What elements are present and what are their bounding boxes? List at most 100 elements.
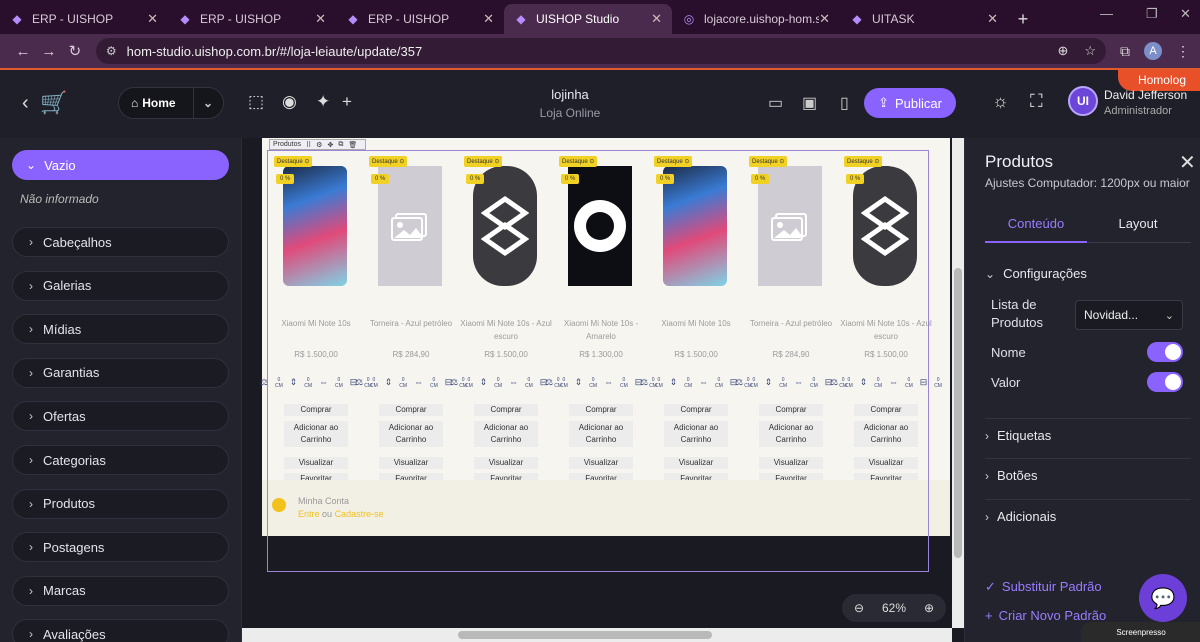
section-button[interactable]: › Categorias — [12, 445, 229, 475]
section-button[interactable]: › Postagens — [12, 532, 229, 563]
theme-sun-icon[interactable]: ☼ — [992, 91, 1009, 112]
section-vazio-label: Vazio — [44, 157, 76, 173]
back-icon[interactable]: ← — [10, 43, 36, 60]
replace-default-link[interactable]: ✓ Substituir Padrão — [985, 579, 1102, 595]
browser-tab[interactable]: ◆ UISHOP Studio ✕ — [504, 4, 672, 34]
name-toggle[interactable] — [1147, 342, 1183, 362]
value-toggle-label: Valor — [991, 375, 1021, 390]
chevron-down-icon[interactable]: ⌄ — [203, 96, 213, 110]
zoom-in-icon[interactable]: ⊕ — [924, 601, 934, 615]
section-label: Avaliações — [43, 626, 106, 642]
tab-layout[interactable]: Layout — [1087, 216, 1189, 231]
back-chevron-icon[interactable]: ‹ — [22, 92, 29, 115]
create-default-link[interactable]: + Criar Novo Padrão — [985, 608, 1106, 623]
browser-tab[interactable]: ◎ lojacore.uishop-hom.site✕ — [672, 4, 840, 34]
discount-badge: 0 % — [561, 174, 580, 184]
user-avatar[interactable]: UI — [1068, 86, 1098, 116]
close-icon[interactable]: ✕ — [1179, 150, 1196, 175]
move-icon[interactable]: ✥ — [327, 141, 333, 149]
tab-conteudo[interactable]: Conteúdo — [985, 216, 1087, 231]
section-button[interactable]: › Produtos — [12, 488, 229, 519]
reload-icon[interactable]: ↻ — [62, 42, 88, 60]
tab-close-icon[interactable]: ✕ — [651, 11, 662, 27]
forward-icon[interactable]: → — [36, 43, 62, 60]
etiquetas-label: Etiquetas — [997, 428, 1052, 443]
desktop-view-icon[interactable]: ▭ — [768, 93, 783, 113]
plus-icon: + — [985, 608, 993, 623]
select-cursor-icon[interactable]: ⬚ — [248, 92, 264, 112]
section-vazio-button[interactable]: ⌄ Vazio — [12, 150, 229, 180]
section-button[interactable]: › Ofertas — [12, 401, 229, 432]
chat-support-button[interactable]: 💬 — [1139, 574, 1187, 622]
horizontal-scrollbar[interactable] — [242, 628, 952, 642]
site-info-icon[interactable]: ⚙ — [106, 44, 117, 58]
delete-icon[interactable]: 🗑 — [348, 141, 357, 149]
browser-tab[interactable]: ◆ ERP - UISHOP ✕ — [168, 4, 336, 34]
magic-sparkle-icon[interactable]: ✦ — [316, 92, 330, 112]
chevron-right-icon: › — [29, 627, 33, 642]
settings-icon[interactable]: ⚙ — [316, 141, 322, 149]
fullscreen-icon[interactable]: ⛶ — [1030, 91, 1043, 112]
value-toggle[interactable] — [1147, 372, 1183, 392]
vertical-scrollbar[interactable] — [952, 138, 964, 628]
panel-subtitle: Ajustes Computador: 1200px ou maior — [985, 176, 1190, 190]
sections-sidebar: ⌄ Vazio Não informado › Cabeçalhos › Galeri… — [0, 138, 242, 642]
botoes-section-toggle[interactable]: › Botões — [985, 468, 1037, 483]
publish-button[interactable]: ⇪ Publicar — [864, 88, 956, 118]
section-button[interactable]: › Galerias — [12, 270, 229, 301]
home-icon: ⌂ — [131, 96, 139, 110]
section-button[interactable]: › Cabeçalhos — [12, 227, 229, 257]
section-button[interactable]: › Avaliações — [12, 619, 229, 642]
page-selector[interactable]: ⌂ Home ⌄ — [118, 87, 224, 119]
duplicate-icon[interactable]: ⧉ — [338, 141, 343, 149]
preview-eye-icon[interactable]: ◉ — [282, 92, 297, 112]
tab-close-icon[interactable]: ✕ — [147, 11, 158, 27]
add-icon[interactable]: + — [342, 92, 352, 112]
section-label: Marcas — [43, 583, 86, 599]
mobile-view-icon[interactable]: ▯ — [840, 93, 849, 113]
uishop-logo: 🛒 — [40, 90, 68, 115]
uishop-icon: ◆ — [516, 12, 526, 26]
tablet-view-icon[interactable]: ▣ — [802, 93, 817, 113]
section-button[interactable]: › Mídias — [12, 314, 229, 345]
user-role: Administrador — [1104, 105, 1172, 117]
not-informed-text: Não informado — [20, 192, 99, 206]
name-toggle-label: Nome — [991, 345, 1026, 360]
scroll-thumb[interactable] — [458, 631, 712, 639]
section-button[interactable]: › Marcas — [12, 575, 229, 606]
chevron-right-icon: › — [29, 365, 33, 380]
extensions-icon[interactable]: ⧉ — [1120, 43, 1130, 60]
maximize-icon[interactable]: ❐ — [1146, 6, 1158, 22]
browser-tab[interactable]: ◆ ERP - UISHOP ✕ — [336, 4, 504, 34]
studio-header: Homolog ‹ 🛒 ⌂ Home ⌄ ⬚ ◉ ✦ + lojinha Loj… — [0, 70, 1200, 138]
chevron-right-icon: › — [29, 278, 33, 293]
browser-tab[interactable]: ◆ ERP - UISHOP ✕ — [0, 4, 168, 34]
bookmark-star-icon[interactable]: ☆ — [1084, 43, 1096, 59]
zoom-out-icon[interactable]: ⊖ — [854, 601, 864, 615]
zoom-control: ⊖ 62% ⊕ — [842, 594, 946, 622]
product-list-select[interactable]: Novidad... ⌄ — [1075, 300, 1183, 330]
tab-close-icon[interactable]: ✕ — [483, 11, 494, 27]
url-input[interactable]: ⚙ hom-studio.uishop.com.br/#/loja-leiaut… — [95, 38, 1107, 64]
tab-close-icon[interactable]: ✕ — [315, 11, 326, 27]
drag-handle-icon[interactable]: ⠿ — [306, 141, 311, 149]
block-toolbar[interactable]: Produtos ⠿ ⚙ ✥ ⧉ 🗑 — [269, 139, 367, 150]
config-section-toggle[interactable]: ⌄ Configurações — [985, 266, 1087, 281]
tab-close-icon[interactable]: ✕ — [819, 11, 830, 27]
close-window-icon[interactable]: ✕ — [1180, 6, 1191, 22]
tab-label: UITASK — [872, 12, 915, 26]
section-button[interactable]: › Garantias — [12, 357, 229, 388]
section-divider — [985, 418, 1191, 419]
etiquetas-section-toggle[interactable]: › Etiquetas — [985, 428, 1051, 443]
minimize-icon[interactable]: — — [1100, 6, 1113, 21]
browser-tab[interactable]: ◆ UITASK ✕ — [840, 4, 1008, 34]
new-tab-button[interactable]: + — [1008, 4, 1038, 34]
menu-kebab-icon[interactable]: ⋮ — [1176, 43, 1190, 60]
product-list-label: Lista de Produtos — [991, 297, 1044, 330]
zoom-icon[interactable]: ⊕ — [1057, 43, 1068, 59]
adicionais-section-toggle[interactable]: › Adicionais — [985, 509, 1056, 524]
scroll-thumb[interactable] — [954, 268, 962, 558]
profile-avatar[interactable]: A — [1144, 42, 1162, 60]
tab-close-icon[interactable]: ✕ — [987, 11, 998, 27]
selected-block-outline[interactable] — [267, 150, 929, 572]
